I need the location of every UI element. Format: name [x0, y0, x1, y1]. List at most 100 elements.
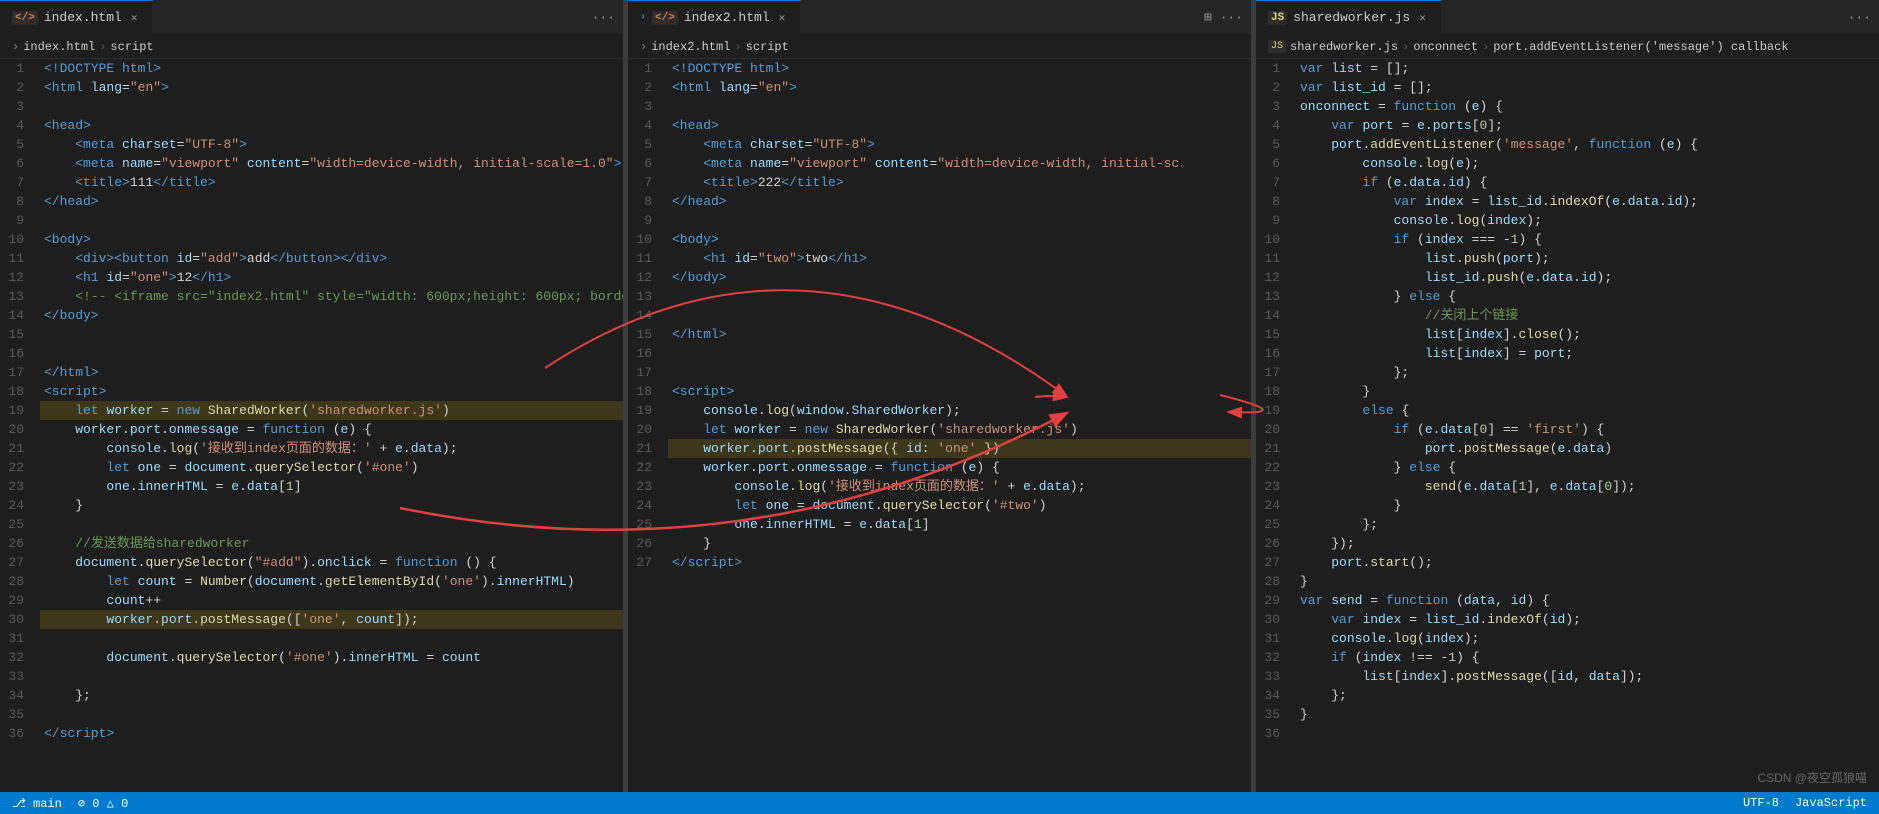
line-content-35: } — [1296, 705, 1879, 724]
status-errors: ⊘ 0 △ 0 — [78, 796, 128, 811]
breadcrumb-file1: index.html — [23, 40, 95, 54]
code-line-18: 18<script> — [0, 382, 623, 401]
breadcrumb-file2: index2.html — [651, 40, 730, 54]
line-content-12: <h1 id="one">12</h1> — [40, 268, 623, 287]
line-number-12: 12 — [0, 268, 40, 287]
line-content-31 — [40, 629, 623, 648]
line-number-2: 2 — [628, 78, 668, 97]
line-number-10: 10 — [628, 230, 668, 249]
line-content-5: <meta charset="UTF-8"> — [668, 135, 1251, 154]
tab-sharedworker-js[interactable]: JS sharedworker.js ✕ — [1256, 0, 1442, 35]
line-number-4: 4 — [1256, 116, 1296, 135]
line-number-3: 3 — [0, 97, 40, 116]
line-number-6: 6 — [628, 154, 668, 173]
line-content-22: } else { — [1296, 458, 1879, 477]
line-number-23: 23 — [628, 477, 668, 496]
code-line-19: 19 let worker = new SharedWorker('shared… — [0, 401, 623, 420]
line-number-19: 19 — [628, 401, 668, 420]
code-line-18: 18<script> — [628, 382, 1251, 401]
line-content-11: list.push(port); — [1296, 249, 1879, 268]
breadcrumb-onconnect: onconnect — [1413, 40, 1478, 54]
line-number-10: 10 — [0, 230, 40, 249]
tab-index2-html-close[interactable]: ✕ — [776, 10, 789, 26]
code-line-13: 13 <!-- <iframe src="index2.html" style=… — [0, 287, 623, 306]
code-line-21: 21 worker.port.postMessage({ id: 'one' }… — [628, 439, 1251, 458]
breadcrumb-sep3a: › — [1402, 40, 1409, 54]
line-number-5: 5 — [1256, 135, 1296, 154]
line-content-14: //关闭上个链接 — [1296, 306, 1879, 325]
status-language: JavaScript — [1795, 796, 1867, 810]
line-content-13: <!-- <iframe src="index2.html" style="wi… — [40, 287, 623, 306]
code-line-32: 32 if (index !== -1) { — [1256, 648, 1879, 667]
tab-index-html-close[interactable]: ✕ — [128, 10, 141, 26]
code-line-4: 4<head> — [0, 116, 623, 135]
panel2-controls[interactable]: ⊞ ··· — [1204, 10, 1251, 25]
panel1-code[interactable]: 1<!DOCTYPE html>2<html lang="en">34<head… — [0, 59, 623, 792]
panel1-breadcrumb: › index.html › script — [0, 35, 623, 59]
code-line-10: 10 if (index === -1) { — [1256, 230, 1879, 249]
line-content-6: console.log(e); — [1296, 154, 1879, 173]
line-number-15: 15 — [1256, 325, 1296, 344]
code-line-20: 20 worker.port.onmessage = function (e) … — [0, 420, 623, 439]
code-line-25: 25 }; — [1256, 515, 1879, 534]
line-content-8: </head> — [668, 192, 1251, 211]
panel3-more[interactable]: ··· — [1848, 10, 1879, 25]
line-content-9 — [40, 211, 623, 230]
line-number-36: 36 — [0, 724, 40, 743]
js-icon: JS — [1268, 11, 1287, 25]
line-content-3 — [668, 97, 1251, 116]
line-content-13 — [668, 287, 1251, 306]
line-content-26: } — [668, 534, 1251, 553]
panel3-code[interactable]: 1var list = [];2var list_id = [];3onconn… — [1256, 59, 1879, 792]
line-number-20: 20 — [1256, 420, 1296, 439]
code-line-6: 6 <meta name="viewport" content="width=d… — [0, 154, 623, 173]
code-line-34: 34 }; — [0, 686, 623, 705]
code-line-23: 23 one.innerHTML = e.data[1] — [0, 477, 623, 496]
tab-sharedworker-js-close[interactable]: ✕ — [1416, 10, 1429, 26]
panel2-code[interactable]: 1<!DOCTYPE html>2<html lang="en">34<head… — [628, 59, 1251, 792]
breadcrumb-arrow2: › — [640, 40, 647, 54]
line-content-2: <html lang="en"> — [668, 78, 1251, 97]
code-line-25: 25 one.innerHTML = e.data[1] — [628, 515, 1251, 534]
line-content-23: send(e.data[1], e.data[0]); — [1296, 477, 1879, 496]
line-content-2: var list_id = []; — [1296, 78, 1879, 97]
panel1-more[interactable]: ··· — [592, 10, 623, 25]
code-line-30: 30 var index = list_id.indexOf(id); — [1256, 610, 1879, 629]
line-number-27: 27 — [0, 553, 40, 572]
line-content-24: let one = document.querySelector('#two') — [668, 496, 1251, 515]
line-number-20: 20 — [628, 420, 668, 439]
line-content-21: console.log('接收到index页面的数据：' + e.data); — [40, 439, 623, 458]
line-number-14: 14 — [628, 306, 668, 325]
tab-index-html[interactable]: </> index.html ✕ — [0, 0, 153, 35]
line-content-21: port.postMessage(e.data) — [1296, 439, 1879, 458]
line-number-21: 21 — [628, 439, 668, 458]
line-content-19: let worker = new SharedWorker('sharedwor… — [40, 401, 623, 420]
line-number-2: 2 — [0, 78, 40, 97]
panel-index2-html: › </> index2.html ✕ ⊞ ··· › index2.html … — [628, 0, 1252, 792]
tab-index2-html[interactable]: › </> index2.html ✕ — [628, 0, 801, 35]
html-icon: </> — [12, 11, 38, 25]
code-line-1: 1<!DOCTYPE html> — [0, 59, 623, 78]
line-content-35 — [40, 705, 623, 724]
line-content-16: list[index] = port; — [1296, 344, 1879, 363]
tab-index2-html-label: index2.html — [684, 10, 770, 25]
code-line-32: 32 document.querySelector('#one').innerH… — [0, 648, 623, 667]
breadcrumb-arrow1: › — [12, 40, 19, 54]
line-number-24: 24 — [1256, 496, 1296, 515]
code-line-5: 5 port.addEventListener('message', funct… — [1256, 135, 1879, 154]
code-line-1: 1<!DOCTYPE html> — [628, 59, 1251, 78]
panels: </> index.html ✕ ··· › index.html › scri… — [0, 0, 1879, 792]
code-line-7: 7 <title>222</title> — [628, 173, 1251, 192]
code-line-26: 26 }); — [1256, 534, 1879, 553]
line-number-3: 3 — [1256, 97, 1296, 116]
line-content-14 — [668, 306, 1251, 325]
line-number-12: 12 — [628, 268, 668, 287]
line-number-27: 27 — [628, 553, 668, 572]
line-number-13: 13 — [628, 287, 668, 306]
code-line-35: 35 — [0, 705, 623, 724]
code-line-24: 24 } — [1256, 496, 1879, 515]
line-number-8: 8 — [628, 192, 668, 211]
line-content-3: onconnect = function (e) { — [1296, 97, 1879, 116]
breadcrumb-file3: sharedworker.js — [1290, 40, 1398, 54]
line-content-29: count++ — [40, 591, 623, 610]
